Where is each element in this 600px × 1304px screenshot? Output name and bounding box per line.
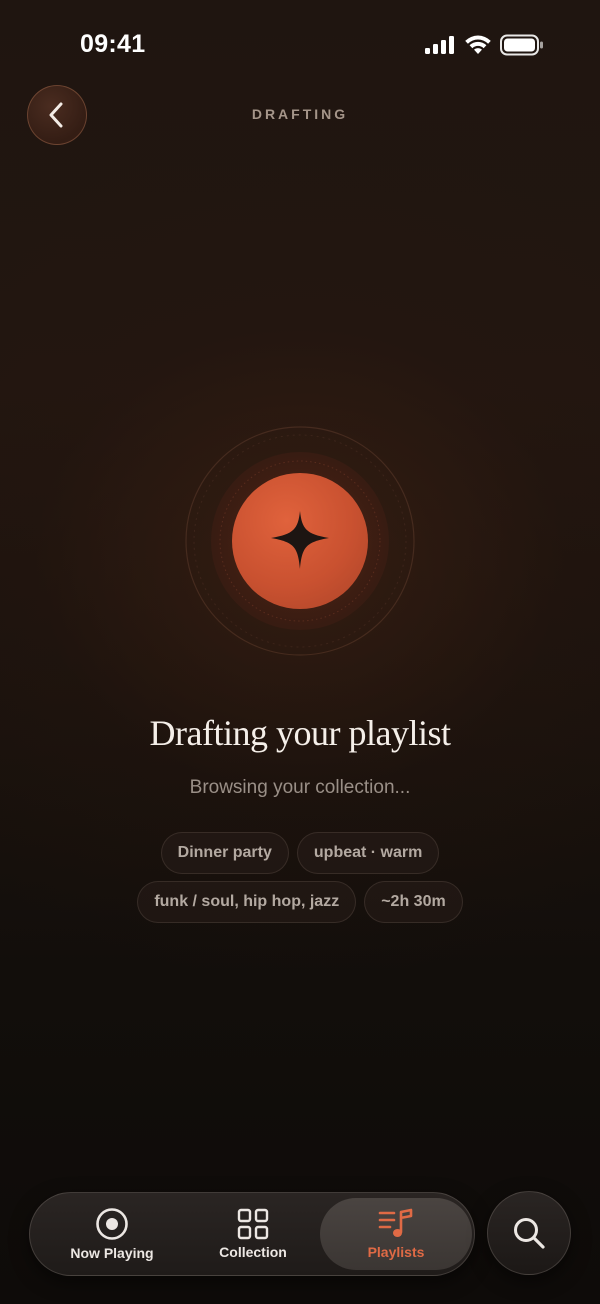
tab-now-playing[interactable]: Now Playing — [38, 1193, 186, 1275]
record-icon — [96, 1208, 128, 1240]
tab-label: Collection — [219, 1244, 287, 1260]
status-time: 09:41 — [80, 30, 146, 58]
wifi-icon — [465, 35, 491, 54]
chip-duration: ~2h 30m — [364, 881, 463, 923]
drafting-screen: 09:41 DRAFTING Drafting your playlist Br… — [0, 0, 600, 1304]
chip-occasion: Dinner party — [160, 832, 289, 874]
grid-icon — [237, 1208, 269, 1240]
headline: Drafting your playlist — [149, 713, 451, 753]
tab-bar: Now Playing Collection Playlists — [29, 1192, 475, 1276]
cellular-signal-icon — [425, 36, 454, 54]
chip-row: Dinner party upbeat · warm — [0, 832, 600, 874]
battery-icon — [500, 34, 543, 56]
tab-playlists[interactable]: Playlists — [320, 1198, 472, 1270]
status-icons — [424, 34, 544, 56]
status-subtitle: Browsing your collection... — [189, 777, 411, 798]
chip-row: funk / soul, hip hop, jazz ~2h 30m — [0, 881, 600, 923]
search-button[interactable] — [487, 1191, 571, 1275]
search-icon — [514, 1218, 545, 1249]
status-bar: 09:41 — [0, 0, 600, 90]
tab-label: Now Playing — [70, 1245, 154, 1261]
tab-collection[interactable]: Collection — [182, 1193, 324, 1275]
playlist-music-icon — [378, 1208, 413, 1237]
chip-mood: upbeat · warm — [296, 832, 440, 874]
tab-label: Playlists — [367, 1244, 425, 1260]
drafting-orb — [185, 426, 415, 656]
page-title: DRAFTING — [251, 106, 349, 122]
chip-genres: funk / soul, hip hop, jazz — [137, 881, 357, 923]
